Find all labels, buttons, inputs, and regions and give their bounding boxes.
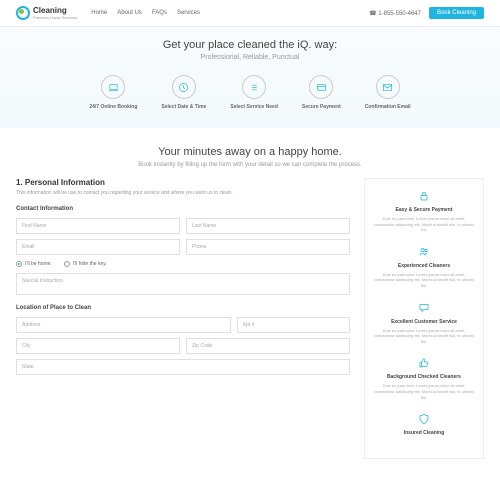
logo-icon — [16, 6, 30, 20]
feature-insured: Insured Cleaning — [373, 412, 475, 436]
shield-icon — [417, 412, 431, 426]
form-section-desc: This information will be use to contact … — [16, 190, 350, 196]
content-row: 1. Personal Information This information… — [0, 178, 500, 475]
feature-cleaners: Experienced Cleaners Duis eu justo erat.… — [373, 245, 475, 289]
navbar: Cleaning Premium Home Services Home Abou… — [0, 0, 500, 27]
location-title: Location of Place to Clean — [16, 305, 350, 311]
thumbs-up-icon — [417, 356, 431, 370]
users-icon — [417, 245, 431, 259]
radio-icon — [64, 261, 70, 267]
apt-field[interactable]: Apt # — [237, 317, 350, 333]
steps-row: 24/7 Online Booking Select Date & Time S… — [16, 75, 484, 110]
mid-title: Your minutes away on a happy home. — [16, 146, 484, 158]
step-email: Confirmation Email — [365, 75, 411, 110]
hero-title: Get your place cleaned the iQ. way: — [16, 39, 484, 51]
booking-form: 1. Personal Information This information… — [16, 178, 350, 459]
nav-links: Home About Us FAQs Services — [91, 10, 200, 16]
hero-subtitle: Professional, Reliable, Punctual — [16, 54, 484, 61]
nav-services[interactable]: Services — [177, 10, 200, 16]
book-cleaning-button[interactable]: Book Cleaning — [429, 7, 484, 19]
chat-icon — [417, 301, 431, 315]
nav-faqs[interactable]: FAQs — [152, 10, 167, 16]
instruction-field[interactable]: Special Instruction — [16, 273, 350, 295]
brand-name: Cleaning — [33, 6, 77, 15]
first-name-field[interactable]: First Name — [16, 218, 180, 234]
mid-subtitle: Book instantly by filling up the form wi… — [16, 162, 484, 168]
radio-home[interactable]: I'll be home. — [16, 261, 52, 267]
features-sidebar: Easy & Secure Payment Duis eu justo erat… — [364, 178, 484, 459]
step-payment: Secure Payment — [302, 75, 341, 110]
brand-tagline: Premium Home Services — [33, 15, 77, 20]
list-icon — [242, 75, 266, 99]
form-section-title: 1. Personal Information — [16, 178, 350, 187]
phone-field[interactable]: Phone — [186, 239, 350, 255]
radio-icon — [16, 261, 22, 267]
card-icon — [309, 75, 333, 99]
step-date: Select Date & Time — [161, 75, 206, 110]
radio-key[interactable]: I'll hide the key. — [64, 261, 107, 267]
logo[interactable]: Cleaning Premium Home Services — [16, 6, 77, 20]
address-field[interactable]: Address — [16, 317, 231, 333]
lock-icon — [417, 189, 431, 203]
mid-section: Your minutes away on a happy home. Book … — [0, 128, 500, 178]
step-booking: 24/7 Online Booking — [89, 75, 137, 110]
city-field[interactable]: City — [16, 338, 180, 354]
contact-title: Contact Information — [16, 206, 350, 212]
state-select[interactable]: State — [16, 359, 350, 375]
phone-number[interactable]: ☎ 1-855-550-4647 — [369, 10, 421, 17]
step-service: Select Service Need — [230, 75, 278, 110]
nav-about[interactable]: About Us — [117, 10, 142, 16]
nav-home[interactable]: Home — [91, 10, 107, 16]
laptop-icon — [101, 75, 125, 99]
email-field[interactable]: Email — [16, 239, 180, 255]
last-name-field[interactable]: Last Name — [186, 218, 350, 234]
zip-field[interactable]: Zip Code — [186, 338, 350, 354]
hero: Get your place cleaned the iQ. way: Prof… — [0, 27, 500, 128]
mail-icon — [376, 75, 400, 99]
feature-payment: Easy & Secure Payment Duis eu justo erat… — [373, 189, 475, 233]
clock-icon — [172, 75, 196, 99]
feature-service: Excellent Customer Service Duis eu justo… — [373, 301, 475, 345]
feature-background: Background Checked Cleaners Duis eu just… — [373, 356, 475, 400]
